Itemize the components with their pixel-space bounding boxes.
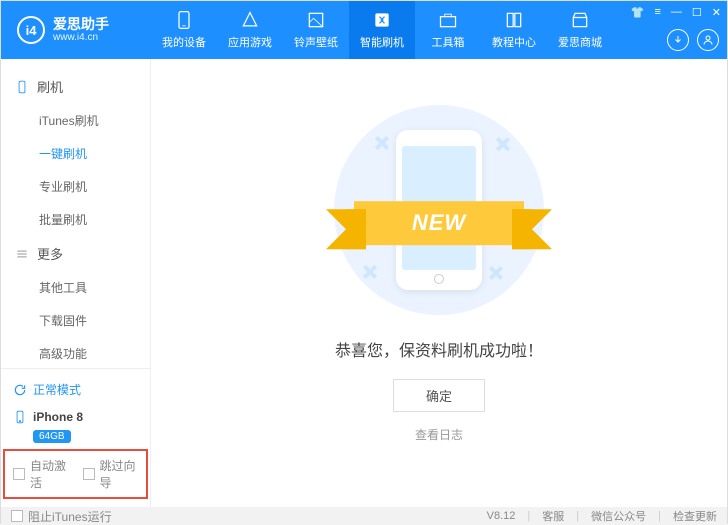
nav-toolbox[interactable]: 工具箱 bbox=[415, 1, 481, 59]
checkbox-icon bbox=[83, 468, 95, 480]
checkbox-skip-wizard[interactable]: 跳过向导 bbox=[83, 457, 139, 491]
nav-apps[interactable]: 应用游戏 bbox=[217, 1, 283, 59]
sidebar: 刷机 iTunes刷机 一键刷机 专业刷机 批量刷机 更多 其他工具 下载固件 … bbox=[1, 59, 151, 507]
book-icon bbox=[504, 10, 524, 30]
minimize-icon[interactable]: — bbox=[671, 6, 682, 19]
brand-subtitle: www.i4.cn bbox=[53, 32, 109, 43]
new-ribbon: NEW bbox=[354, 201, 524, 245]
storage-badge: 64GB bbox=[33, 430, 71, 443]
device-row[interactable]: iPhone 8 bbox=[13, 402, 138, 428]
phone-icon bbox=[174, 10, 194, 30]
sidebar-download-firmware[interactable]: 下载固件 bbox=[1, 304, 150, 337]
status-bar: 阻止iTunes运行 V8.12 | 客服 | 微信公众号 | 检查更新 bbox=[1, 507, 727, 525]
support-link[interactable]: 客服 bbox=[542, 508, 564, 524]
success-illustration: NEW bbox=[334, 105, 544, 315]
checkbox-icon bbox=[13, 468, 25, 480]
ok-button[interactable]: 确定 bbox=[393, 379, 485, 412]
nav-flash[interactable]: 智能刷机 bbox=[349, 1, 415, 59]
check-update-link[interactable]: 检查更新 bbox=[673, 508, 717, 524]
app-header: i4 爱思助手 www.i4.cn 我的设备 应用游戏 铃声壁纸 智能刷机 工具… bbox=[1, 1, 727, 59]
list-icon bbox=[15, 247, 29, 261]
section-flash[interactable]: 刷机 bbox=[1, 69, 150, 104]
nav-my-device[interactable]: 我的设备 bbox=[151, 1, 217, 59]
device-icon bbox=[13, 408, 27, 426]
options-highlighted: 自动激活 跳过向导 bbox=[3, 449, 148, 499]
sidebar-pro-flash[interactable]: 专业刷机 bbox=[1, 170, 150, 203]
checkbox-auto-activate[interactable]: 自动激活 bbox=[13, 457, 69, 491]
download-button[interactable] bbox=[667, 29, 689, 51]
close-icon[interactable]: ✕ bbox=[712, 6, 721, 19]
wechat-link[interactable]: 微信公众号 bbox=[591, 508, 646, 524]
mode-row[interactable]: 正常模式 bbox=[13, 377, 138, 402]
brand-title: 爱思助手 bbox=[53, 17, 109, 32]
logo: i4 爱思助手 www.i4.cn bbox=[1, 16, 151, 44]
section-more[interactable]: 更多 bbox=[1, 236, 150, 271]
nav-store[interactable]: 爱思商城 bbox=[547, 1, 613, 59]
menu-icon[interactable]: ≡ bbox=[654, 6, 660, 19]
checkbox-block-itunes[interactable]: 阻止iTunes运行 bbox=[11, 508, 112, 525]
phone-small-icon bbox=[15, 80, 29, 94]
logo-icon: i4 bbox=[17, 16, 45, 44]
header-right bbox=[667, 29, 719, 51]
store-icon bbox=[570, 10, 590, 30]
window-controls: 👕 ≡ — ☐ ✕ bbox=[631, 6, 721, 19]
user-button[interactable] bbox=[697, 29, 719, 51]
nav-tutorials[interactable]: 教程中心 bbox=[481, 1, 547, 59]
sidebar-bottom: 正常模式 iPhone 8 64GB 自动激活 跳过向导 bbox=[1, 368, 150, 507]
nav-ringtones[interactable]: 铃声壁纸 bbox=[283, 1, 349, 59]
version-label: V8.12 bbox=[487, 510, 516, 522]
body: 刷机 iTunes刷机 一键刷机 专业刷机 批量刷机 更多 其他工具 下载固件 … bbox=[1, 59, 727, 507]
checkbox-icon bbox=[11, 510, 23, 522]
refresh-icon bbox=[13, 383, 27, 397]
toolbox-icon bbox=[438, 10, 458, 30]
sidebar-itunes-flash[interactable]: iTunes刷机 bbox=[1, 104, 150, 137]
sidebar-other-tools[interactable]: 其他工具 bbox=[1, 271, 150, 304]
flash-icon bbox=[372, 10, 392, 30]
view-log-link[interactable]: 查看日志 bbox=[415, 426, 463, 443]
main-nav: 我的设备 应用游戏 铃声壁纸 智能刷机 工具箱 教程中心 爱思商城 bbox=[151, 1, 613, 59]
tshirt-icon[interactable]: 👕 bbox=[631, 6, 645, 19]
sidebar-oneclick-flash[interactable]: 一键刷机 bbox=[1, 137, 150, 170]
main-content: NEW 恭喜您，保资料刷机成功啦！ 确定 查看日志 bbox=[151, 59, 727, 507]
success-message: 恭喜您，保资料刷机成功啦！ bbox=[335, 337, 543, 361]
wallpaper-icon bbox=[306, 10, 326, 30]
sidebar-batch-flash[interactable]: 批量刷机 bbox=[1, 203, 150, 236]
sidebar-advanced[interactable]: 高级功能 bbox=[1, 337, 150, 368]
maximize-icon[interactable]: ☐ bbox=[692, 6, 702, 19]
apps-icon bbox=[240, 10, 260, 30]
